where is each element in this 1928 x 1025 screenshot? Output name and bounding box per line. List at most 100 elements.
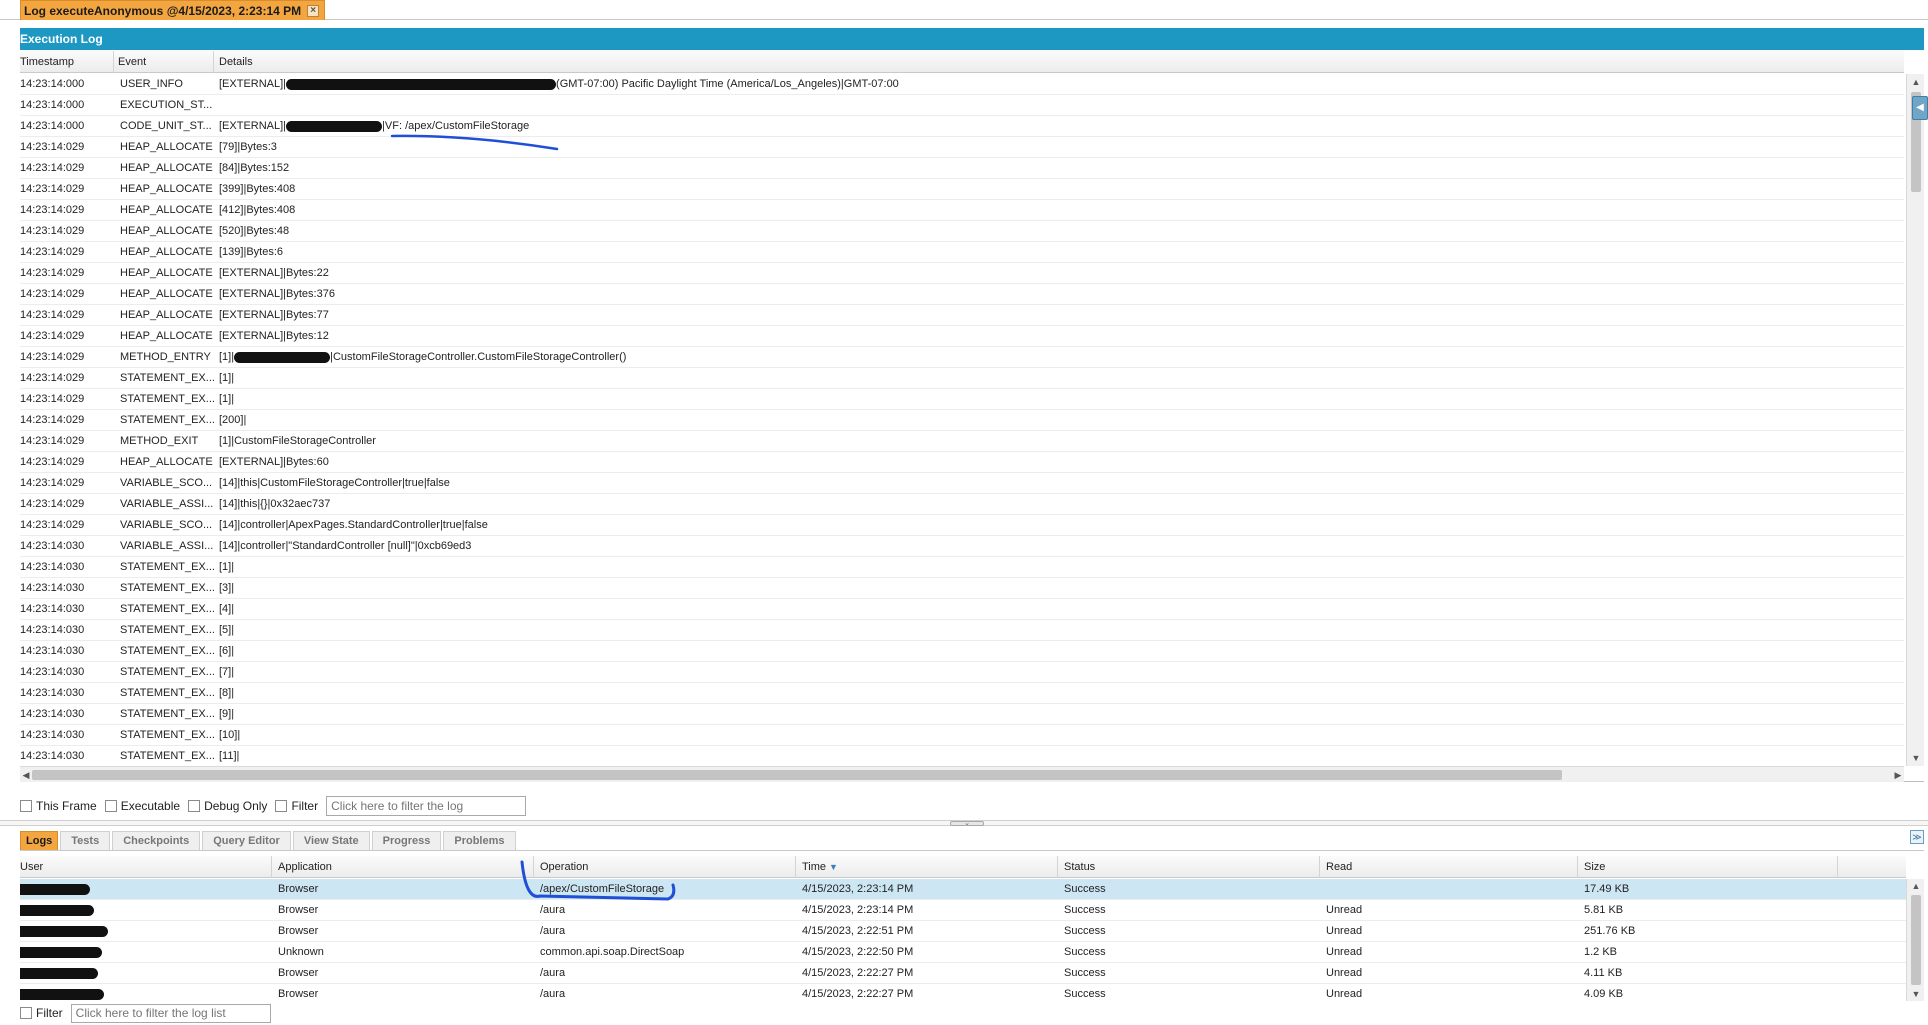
log-row[interactable]: 14:23:14:000 CODE_UNIT_ST... [EXTERNAL]| |V… bbox=[20, 116, 1904, 137]
scrollbar-thumb[interactable] bbox=[1911, 895, 1921, 985]
log-row[interactable]: 14:23:14:029 HEAP_ALLOCATE [399]|Bytes:408 bbox=[20, 179, 1904, 200]
log-timestamp: 14:23:14:030 bbox=[20, 540, 85, 552]
side-panel-toggle-icon[interactable]: ◀ bbox=[1912, 96, 1928, 120]
log-row[interactable]: 14:23:14:030 STATEMENT_EX... [7]| bbox=[20, 662, 1904, 683]
log-size: 1.2 KB bbox=[1584, 946, 1618, 958]
logs-list-filter-bar: Filter bbox=[20, 1003, 271, 1023]
log-row[interactable]: 14:23:14:030 STATEMENT_EX... [3]| bbox=[20, 578, 1904, 599]
log-row[interactable]: 14:23:14:029 VARIABLE_ASSI... [14]|this|{}… bbox=[20, 494, 1904, 515]
scroll-up-icon[interactable]: ▲ bbox=[1907, 74, 1925, 90]
log-details-text: [14]|this|CustomFileStorageController|tr… bbox=[219, 477, 450, 489]
log-row[interactable]: 14:23:14:030 STATEMENT_EX... [8]| bbox=[20, 683, 1904, 704]
tab-logs[interactable]: Logs bbox=[20, 831, 59, 850]
execution-log-horizontal-scrollbar[interactable]: ◀ ▶ bbox=[20, 766, 1904, 782]
log-row[interactable]: 14:23:14:029 STATEMENT_EX... [200]| bbox=[20, 410, 1904, 431]
log-editor-tab[interactable]: Log executeAnonymous @4/15/2023, 2:23:14… bbox=[20, 0, 326, 20]
log-list-row[interactable]: Browser/aura 4/15/2023, 2:23:14 PM Success… bbox=[20, 900, 1906, 921]
log-row[interactable]: 14:23:14:029 VARIABLE_SCO... [14]|this|Cus… bbox=[20, 473, 1904, 494]
scroll-left-icon[interactable]: ◀ bbox=[20, 767, 32, 783]
column-header-read[interactable]: Read bbox=[1320, 856, 1578, 878]
log-row[interactable]: 14:23:14:030 STATEMENT_EX... [11]| bbox=[20, 746, 1904, 766]
log-list-row[interactable]: Browser/aura 4/15/2023, 2:22:27 PM Success… bbox=[20, 963, 1906, 984]
tab-tests[interactable]: Tests bbox=[60, 831, 111, 850]
column-header-status[interactable]: Status bbox=[1058, 856, 1320, 878]
tab-checkpoints[interactable]: Checkpoints bbox=[112, 831, 201, 850]
log-row[interactable]: 14:23:14:030 STATEMENT_EX... [6]| bbox=[20, 641, 1904, 662]
column-header-user[interactable]: User bbox=[20, 856, 272, 878]
list-filter-checkbox[interactable]: Filter bbox=[20, 1006, 63, 1020]
checkbox-icon[interactable] bbox=[275, 800, 288, 812]
this-frame-checkbox[interactable]: This Frame bbox=[20, 799, 97, 813]
checkbox-icon[interactable] bbox=[188, 800, 201, 812]
column-header-time[interactable]: Time ▼ bbox=[796, 856, 1058, 878]
log-row[interactable]: 14:23:14:030 STATEMENT_EX... [1]| bbox=[20, 557, 1904, 578]
log-row[interactable]: 14:23:14:029 HEAP_ALLOCATE [EXTERNAL]|Byte… bbox=[20, 263, 1904, 284]
log-row[interactable]: 14:23:14:029 HEAP_ALLOCATE [520]|Bytes:48 bbox=[20, 221, 1904, 242]
log-row[interactable]: 14:23:14:029 HEAP_ALLOCATE [139]|Bytes:6 bbox=[20, 242, 1904, 263]
debug-only-checkbox[interactable]: Debug Only bbox=[188, 799, 267, 813]
execution-log-vertical-scrollbar[interactable]: ▲ ▼ bbox=[1906, 74, 1924, 766]
scroll-right-icon[interactable]: ▶ bbox=[1892, 767, 1904, 783]
column-header-size[interactable]: Size bbox=[1578, 856, 1838, 878]
log-list-row[interactable]: Browser/aura 4/15/2023, 2:22:51 PM Success… bbox=[20, 921, 1906, 942]
redaction-mark bbox=[234, 351, 331, 363]
log-row[interactable]: 14:23:14:029 HEAP_ALLOCATE [EXTERNAL]|Byte… bbox=[20, 305, 1904, 326]
log-row[interactable]: 14:23:14:030 VARIABLE_ASSI... [14]|control… bbox=[20, 536, 1904, 557]
log-row[interactable]: 14:23:14:029 HEAP_ALLOCATE [412]|Bytes:408 bbox=[20, 200, 1904, 221]
scroll-up-icon[interactable]: ▲ bbox=[1907, 879, 1925, 893]
log-row[interactable]: 14:23:14:029 HEAP_ALLOCATE [EXTERNAL]|Byte… bbox=[20, 284, 1904, 305]
log-row[interactable]: 14:23:14:030 STATEMENT_EX... [9]| bbox=[20, 704, 1904, 725]
log-size: 4.09 KB bbox=[1584, 988, 1624, 1000]
log-row[interactable]: 14:23:14:029 HEAP_ALLOCATE [EXTERNAL]|Byte… bbox=[20, 452, 1904, 473]
log-list-row[interactable]: Browser/apex/CustomFileStorage 4/15/2023,… bbox=[20, 879, 1906, 900]
scroll-down-icon[interactable]: ▼ bbox=[1907, 987, 1925, 1001]
checkbox-icon[interactable] bbox=[20, 1007, 32, 1019]
column-header-timestamp[interactable]: Timestamp bbox=[20, 51, 114, 73]
log-row[interactable]: 14:23:14:000 EXECUTION_ST... bbox=[20, 95, 1904, 116]
log-list-row[interactable]: Browser/aura 4/15/2023, 2:22:27 PM Success… bbox=[20, 984, 1906, 1001]
column-header-event[interactable]: Event bbox=[114, 51, 214, 73]
log-time: 4/15/2023, 2:23:14 PM bbox=[802, 904, 914, 916]
log-event: STATEMENT_EX... bbox=[120, 624, 214, 636]
panel-splitter[interactable]: ⌄ bbox=[0, 820, 1928, 827]
logs-list-vertical-scrollbar[interactable]: ▲ ▼ bbox=[1906, 879, 1924, 1001]
splitter-grip-icon[interactable]: ⌄ bbox=[950, 820, 984, 827]
log-timestamp: 14:23:14:030 bbox=[20, 687, 85, 699]
tab-view-state[interactable]: View State bbox=[292, 831, 370, 850]
log-row[interactable]: 14:23:14:029 HEAP_ALLOCATE [EXTERNAL]|Byte… bbox=[20, 326, 1904, 347]
log-details-text: [EXTERNAL]|Bytes:376 bbox=[219, 288, 335, 300]
log-row[interactable]: 14:23:14:029 METHOD_EXIT [1]|CustomFileSto… bbox=[20, 431, 1904, 452]
executable-checkbox[interactable]: Executable bbox=[104, 799, 180, 813]
log-details-text: [14]|controller|"StandardController [nul… bbox=[219, 540, 472, 552]
filter-checkbox[interactable]: Filter bbox=[275, 799, 318, 813]
tab-query-editor[interactable]: Query Editor bbox=[202, 831, 291, 850]
log-list-row[interactable]: Unknown common.api.soap.DirectSoap 4/15/20… bbox=[20, 942, 1906, 963]
log-application: Browser bbox=[278, 883, 319, 895]
log-row[interactable]: 14:23:14:030 STATEMENT_EX... [5]| bbox=[20, 620, 1904, 641]
log-details-text: [1]| bbox=[219, 393, 235, 405]
tab-progress[interactable]: Progress bbox=[371, 831, 442, 850]
log-row[interactable]: 14:23:14:029 METHOD_ENTRY [1]| |CustomFileS… bbox=[20, 347, 1904, 368]
column-header-details[interactable]: Details bbox=[214, 51, 1904, 73]
checkbox-icon[interactable] bbox=[104, 800, 117, 812]
log-row[interactable]: 14:23:14:030 STATEMENT_EX... [4]| bbox=[20, 599, 1904, 620]
close-icon[interactable]: × bbox=[307, 4, 320, 17]
log-row[interactable]: 14:23:14:000 USER_INFO [EXTERNAL]| (GMT-07:… bbox=[20, 74, 1904, 95]
tab-problems[interactable]: Problems bbox=[443, 831, 516, 850]
log-event: VARIABLE_ASSI... bbox=[120, 498, 214, 510]
log-details-text: |CustomFileStorageController.CustomFileS… bbox=[330, 351, 627, 363]
column-header-operation[interactable]: Operation bbox=[534, 856, 796, 878]
log-row[interactable]: 14:23:14:029 HEAP_ALLOCATE [79]|Bytes:3 bbox=[20, 137, 1904, 158]
column-header-application[interactable]: Application bbox=[272, 856, 534, 878]
scrollbar-thumb[interactable] bbox=[32, 770, 1562, 780]
log-row[interactable]: 14:23:14:030 STATEMENT_EX... [10]| bbox=[20, 725, 1904, 746]
log-row[interactable]: 14:23:14:029 STATEMENT_EX... [1]| bbox=[20, 368, 1904, 389]
collapse-panel-icon[interactable]: ≫ bbox=[1910, 830, 1924, 844]
checkbox-icon[interactable] bbox=[20, 800, 32, 812]
log-filter-input[interactable] bbox=[326, 796, 527, 816]
scroll-down-icon[interactable]: ▼ bbox=[1907, 750, 1925, 766]
log-row[interactable]: 14:23:14:029 HEAP_ALLOCATE [84]|Bytes:152 bbox=[20, 158, 1904, 179]
log-row[interactable]: 14:23:14:029 STATEMENT_EX... [1]| bbox=[20, 389, 1904, 410]
log-row[interactable]: 14:23:14:029 VARIABLE_SCO... [14]|controll… bbox=[20, 515, 1904, 536]
log-list-filter-input[interactable] bbox=[70, 1003, 271, 1023]
